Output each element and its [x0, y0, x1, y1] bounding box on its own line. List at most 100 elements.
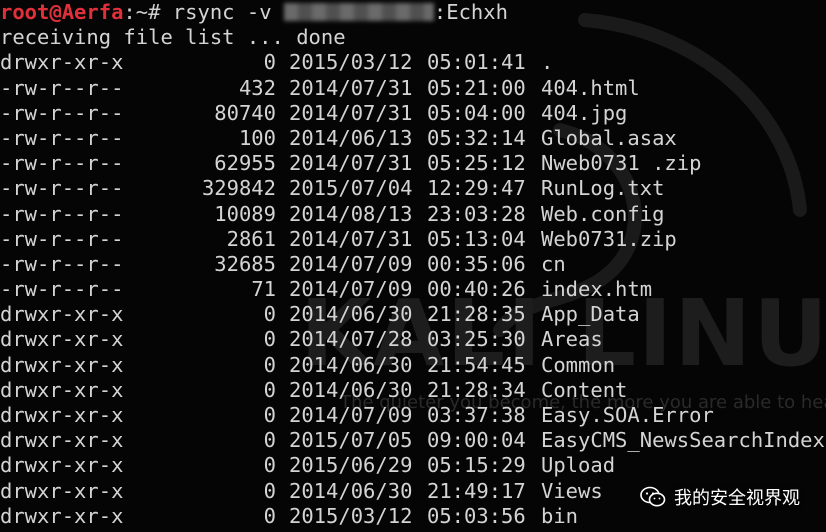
file-date: 2014/07/31 [289, 226, 413, 251]
file-time: 05:25:12 [427, 151, 526, 176]
terminal-window[interactable]: KALI LINUX The quieter you become, the m… [0, 0, 826, 532]
file-date: 2014/06/30 [289, 352, 413, 377]
file-time: 00:35:06 [427, 251, 526, 276]
file-time: 05:01:41 [427, 50, 526, 75]
file-permissions: drwxr-xr-x [0, 327, 124, 352]
file-date: 2015/07/04 [289, 176, 413, 201]
file-time: 21:28:34 [427, 377, 526, 402]
file-permissions: -rw-r--r-- [0, 100, 124, 125]
file-date: 2014/07/09 [289, 251, 413, 276]
file-row: drwxr-xr-x 0 2014/06/30 21:49:17 Views [0, 478, 603, 504]
file-time: 05:15:29 [427, 453, 526, 478]
file-row: -rw-r--r-- 32685 2014/07/09 00:35:06 cn [0, 251, 566, 277]
file-name: . [541, 50, 554, 75]
file-time: 05:04:00 [427, 100, 526, 125]
file-name: Easy.SOA.Error [541, 403, 714, 427]
file-permissions: -rw-r--r-- [0, 251, 124, 276]
file-row: drwxr-xr-x 0 2014/06/30 21:28:35 App_Data [0, 302, 640, 327]
file-date: 2014/07/31 [289, 100, 413, 125]
file-name: Web.config [541, 201, 665, 226]
file-permissions: -rw-r--r-- [0, 226, 124, 251]
file-row: drwxr-xr-x 0 2014/06/30 21:54:45 Common [0, 352, 615, 378]
file-time: 03:37:38 [427, 403, 526, 427]
file-permissions: drwxr-xr-x [0, 478, 124, 503]
file-time: 05:03:56 [427, 503, 526, 528]
file-date: 2014/07/31 [289, 75, 413, 100]
file-time: 05:13:04 [427, 226, 526, 251]
file-size: 0 [263, 503, 276, 528]
file-permissions: -rw-r--r-- [0, 277, 124, 302]
file-row: -rw-r--r-- 71 2014/07/09 00:40:26 index.htm [0, 277, 652, 302]
command-text-end: :Echxh [433, 0, 508, 24]
file-row: -rw-r--r-- 62955 2014/07/31 05:25:12 Nweb073… [0, 151, 701, 176]
file-permissions: -rw-r--r-- [0, 201, 124, 226]
file-time: 21:49:17 [427, 478, 526, 503]
file-date: 2014/06/13 [289, 125, 413, 150]
file-name: Content [541, 377, 628, 402]
file-date: 2014/06/30 [289, 377, 413, 402]
file-name: index.htm [541, 277, 653, 302]
file-permissions: -rw-r--r-- [0, 125, 124, 150]
file-row: drwxr-xr-x 0 2015/03/12 05:01:41. [0, 50, 553, 75]
file-size: 100 [238, 125, 276, 150]
file-date: 2014/07/09 [289, 277, 413, 302]
file-name: RunLog.txt [541, 176, 665, 201]
file-time: 12:29:47 [427, 176, 526, 201]
file-size: 432 [238, 75, 276, 100]
file-name: Global.asax [541, 125, 677, 150]
file-time: 00:40:26 [427, 277, 526, 302]
file-row: -rw-r--r-- 10089 2014/08/13 23:03:28 Web.con… [0, 201, 664, 227]
file-size: 71 [251, 277, 276, 302]
file-date: 2014/06/30 [289, 478, 413, 503]
file-name: Common [541, 352, 616, 377]
terminal-output: root@Aerfa:~# rsync -v :Echxh receiving … [0, 0, 825, 529]
file-size: 32685 [214, 251, 276, 276]
file-row: -rw-r--r-- 2861 2014/07/31 05:13:04 Web0731.… [0, 226, 677, 252]
file-name: 404.html [541, 75, 640, 100]
wechat-account-badge: 我的安全视界观 [640, 484, 800, 510]
file-permissions: drwxr-xr-x [0, 428, 124, 453]
file-size: 0 [263, 352, 276, 377]
file-permissions: -rw-r--r-- [0, 176, 124, 201]
command-line: root@Aerfa:~# rsync -v :Echxh [0, 0, 508, 25]
file-row: drwxr-xr-x 0 2014/07/28 03:25:30 Areas [0, 327, 603, 352]
wechat-icon [640, 486, 666, 507]
file-size: 0 [263, 478, 276, 503]
file-name: Upload [541, 453, 616, 478]
file-date: 2015/03/12 [289, 50, 413, 75]
file-permissions: drwxr-xr-x [0, 403, 124, 427]
file-size: 0 [263, 453, 276, 478]
file-permissions: drwxr-xr-x [0, 503, 124, 528]
file-time: 21:54:45 [427, 352, 526, 377]
file-time: 23:03:28 [427, 201, 526, 226]
file-row: drwxr-xr-x 0 2015/03/12 05:03:56 bin [0, 503, 578, 529]
file-date: 2015/03/12 [289, 503, 413, 528]
file-name: EasyCMS_NewsSearchIndex [541, 428, 825, 453]
file-row: -rw-r--r-- 329842 2015/07/04 12:29:47 RunLog… [0, 176, 664, 201]
file-row: drwxr-xr-x 0 2014/06/30 21:28:34 Content [0, 377, 627, 403]
file-permissions: -rw-r--r-- [0, 75, 124, 100]
file-date: 2014/08/13 [289, 201, 413, 226]
file-size: 0 [263, 377, 276, 402]
file-size: 0 [263, 302, 276, 327]
file-name: bin [541, 503, 579, 528]
file-permissions: drwxr-xr-x [0, 50, 124, 75]
file-name: Views [541, 478, 603, 503]
file-size: 2861 [226, 226, 276, 251]
prompt-user-host: root@Aerfa [0, 0, 124, 24]
file-name: Areas [541, 327, 603, 352]
file-name: App_Data [541, 302, 640, 327]
file-date: 2014/06/30 [289, 302, 413, 327]
file-permissions: -rw-r--r-- [0, 151, 124, 176]
file-time: 21:28:35 [427, 302, 526, 327]
file-size: 62955 [214, 151, 276, 176]
file-size: 0 [263, 403, 276, 427]
file-size: 0 [263, 428, 276, 453]
file-row: -rw-r--r-- 100 2014/06/13 05:32:14 Global.as… [0, 125, 677, 151]
file-permissions: drwxr-xr-x [0, 453, 124, 478]
file-size: 10089 [214, 201, 276, 226]
file-size: 0 [263, 327, 276, 352]
file-row: drwxr-xr-x 0 2015/06/29 05:15:29 Upload [0, 453, 615, 478]
file-permissions: drwxr-xr-x [0, 302, 124, 327]
command-text: rsync -v [172, 0, 284, 24]
